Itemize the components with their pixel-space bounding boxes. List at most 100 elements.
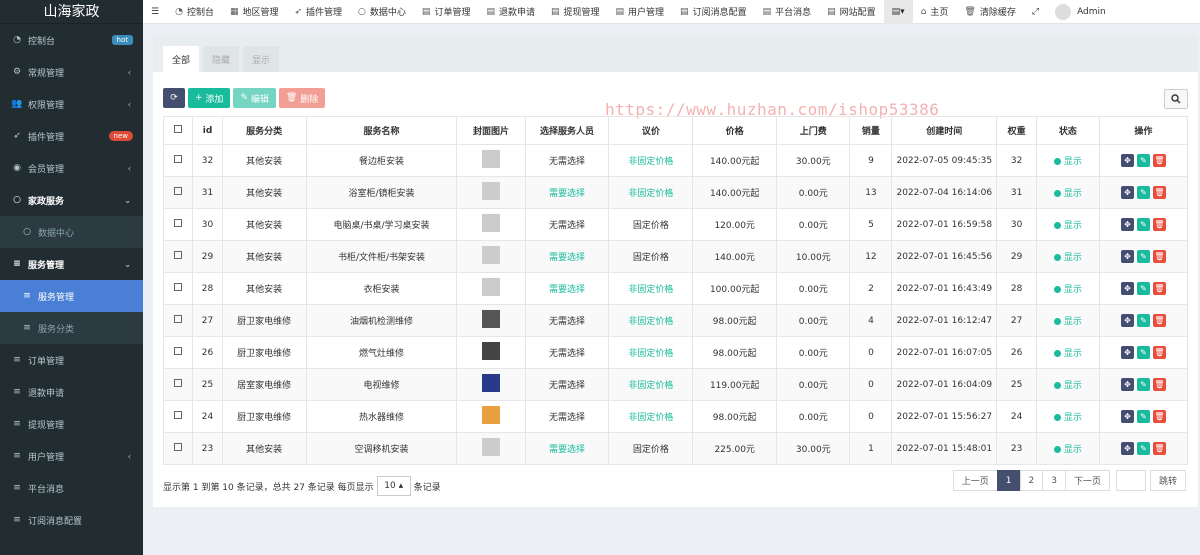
sidebar-item-2[interactable]: 👥 权限管理 ‹ <box>0 88 143 120</box>
fullscreen-button[interactable]: ⤢ <box>1024 0 1047 24</box>
delete-row-icon[interactable]: 🗑 <box>1152 378 1166 391</box>
row-checkbox[interactable] <box>174 283 183 291</box>
drag-handle-icon[interactable]: ✥ <box>1120 282 1134 295</box>
sidebar-item-8[interactable]: ≡ 服务管理 <box>0 280 143 312</box>
cell-status[interactable]: 显示 <box>1036 208 1100 241</box>
more-tabs-dropdown[interactable]: ▤▾ <box>883 0 913 24</box>
column-header[interactable]: 上门费 <box>776 116 851 145</box>
column-header[interactable]: 封面图片 <box>456 116 526 145</box>
column-header[interactable]: 服务分类 <box>221 116 307 145</box>
prev-page-button[interactable]: 上一页 <box>952 470 998 491</box>
drag-handle-icon[interactable]: ✥ <box>1120 346 1134 359</box>
row-checkbox[interactable] <box>174 443 183 451</box>
tab-all[interactable]: 全部 <box>163 46 199 72</box>
delete-row-icon[interactable]: 🗑 <box>1152 218 1166 231</box>
page-size-select[interactable]: 10 ▴ <box>376 476 411 496</box>
tab-shown[interactable]: 显示 <box>243 46 279 72</box>
drag-handle-icon[interactable]: ✥ <box>1120 154 1134 167</box>
column-header[interactable]: 销量 <box>849 116 893 145</box>
edit-row-icon[interactable]: ✎ <box>1136 378 1150 391</box>
top-tab-4[interactable]: ▤ 订单管理 <box>414 0 479 24</box>
row-checkbox[interactable] <box>174 187 183 195</box>
cover-thumbnail[interactable] <box>482 310 501 328</box>
column-header[interactable]: 创建时间 <box>891 116 998 145</box>
row-checkbox[interactable] <box>174 347 183 355</box>
sidebar-item-6[interactable]: ○ 数据中心 <box>0 216 143 248</box>
delete-row-icon[interactable]: 🗑 <box>1152 442 1166 455</box>
cover-thumbnail[interactable] <box>482 438 501 456</box>
edit-row-icon[interactable]: ✎ <box>1136 154 1150 167</box>
column-header[interactable]: 操作 <box>1098 116 1189 145</box>
search-button[interactable] <box>1164 89 1188 109</box>
jump-page-input[interactable] <box>1115 470 1146 491</box>
top-tab-6[interactable]: ▤ 提现管理 <box>543 0 608 24</box>
drag-handle-icon[interactable]: ✥ <box>1120 250 1134 263</box>
sidebar-item-10[interactable]: ≡ 订单管理 <box>0 344 143 376</box>
top-tab-3[interactable]: ○ 数据中心 <box>350 0 414 24</box>
clear-cache-button[interactable]: 🗑 清除缓存 <box>956 0 1023 24</box>
row-select[interactable] <box>162 304 194 337</box>
menu-toggle[interactable]: ☰ <box>143 0 167 24</box>
page-3-button[interactable]: 3 <box>1042 470 1066 491</box>
cell-status[interactable]: 显示 <box>1036 144 1100 177</box>
row-select[interactable] <box>162 240 194 273</box>
sidebar-item-5[interactable]: ○ 家政服务 ⌄ <box>0 184 143 216</box>
sidebar-item-12[interactable]: ≡ 提现管理 <box>0 408 143 440</box>
sidebar-item-13[interactable]: ≡ 用户管理 ‹ <box>0 440 143 472</box>
delete-row-icon[interactable]: 🗑 <box>1152 346 1166 359</box>
cell-status[interactable]: 显示 <box>1036 240 1100 273</box>
row-select[interactable] <box>162 336 194 369</box>
sidebar-item-1[interactable]: ⚙ 常规管理 ‹ <box>0 56 143 88</box>
top-tab-10[interactable]: ▤ 网站配置 <box>819 0 884 24</box>
edit-row-icon[interactable]: ✎ <box>1136 218 1150 231</box>
next-page-button[interactable]: 下一页 <box>1064 470 1110 491</box>
cell-status[interactable]: 显示 <box>1036 304 1100 337</box>
column-header[interactable]: 议价 <box>608 116 694 145</box>
page-2-button[interactable]: 2 <box>1019 470 1044 491</box>
row-checkbox[interactable] <box>174 251 183 259</box>
row-checkbox[interactable] <box>174 411 183 419</box>
cell-status[interactable]: 显示 <box>1036 176 1100 209</box>
column-header[interactable]: id <box>192 116 223 145</box>
edit-row-icon[interactable]: ✎ <box>1136 410 1150 423</box>
user-menu[interactable]: Admin <box>1047 0 1114 24</box>
column-header[interactable]: 选择服务人员 <box>524 116 610 145</box>
row-select[interactable] <box>162 400 194 433</box>
page-1-button[interactable]: 1 <box>996 470 1021 491</box>
column-header[interactable]: 权重 <box>996 116 1037 145</box>
row-checkbox[interactable] <box>174 379 183 387</box>
tab-hidden[interactable]: 隐藏 <box>203 46 239 72</box>
cover-thumbnail[interactable] <box>482 214 501 232</box>
row-select[interactable] <box>162 432 194 465</box>
top-tab-5[interactable]: ▤ 退款申请 <box>478 0 543 24</box>
row-select[interactable] <box>162 176 194 209</box>
column-header[interactable]: 价格 <box>692 116 778 145</box>
edit-row-icon[interactable]: ✎ <box>1136 442 1150 455</box>
sidebar-item-4[interactable]: ◉ 会员管理 ‹ <box>0 152 143 184</box>
cell-status[interactable]: 显示 <box>1036 400 1100 433</box>
jump-button[interactable]: 跳转 <box>1149 470 1186 491</box>
cover-thumbnail[interactable] <box>482 246 501 264</box>
delete-row-icon[interactable]: 🗑 <box>1152 250 1166 263</box>
edit-row-icon[interactable]: ✎ <box>1136 250 1150 263</box>
select-all-checkbox[interactable] <box>174 125 183 133</box>
cover-thumbnail[interactable] <box>482 342 501 360</box>
home-link[interactable]: ⌂ 主页 <box>913 0 957 24</box>
delete-button[interactable]: 🗑 删除 <box>278 88 326 108</box>
add-button[interactable]: + 添加 <box>188 88 231 108</box>
drag-handle-icon[interactable]: ✥ <box>1120 442 1134 455</box>
cover-thumbnail[interactable] <box>482 278 501 296</box>
delete-row-icon[interactable]: 🗑 <box>1152 314 1166 327</box>
row-select[interactable] <box>162 144 194 177</box>
edit-row-icon[interactable]: ✎ <box>1136 346 1150 359</box>
drag-handle-icon[interactable]: ✥ <box>1120 218 1134 231</box>
delete-row-icon[interactable]: 🗑 <box>1152 282 1166 295</box>
drag-handle-icon[interactable]: ✥ <box>1120 378 1134 391</box>
edit-button[interactable]: ✎ 编辑 <box>233 88 276 108</box>
row-checkbox[interactable] <box>174 219 183 227</box>
top-tab-0[interactable]: ◔ 控制台 <box>167 0 222 24</box>
cover-thumbnail[interactable] <box>482 150 501 168</box>
top-tab-8[interactable]: ▤ 订阅消息配置 <box>672 0 755 24</box>
row-checkbox[interactable] <box>174 315 183 323</box>
cell-status[interactable]: 显示 <box>1036 272 1100 305</box>
